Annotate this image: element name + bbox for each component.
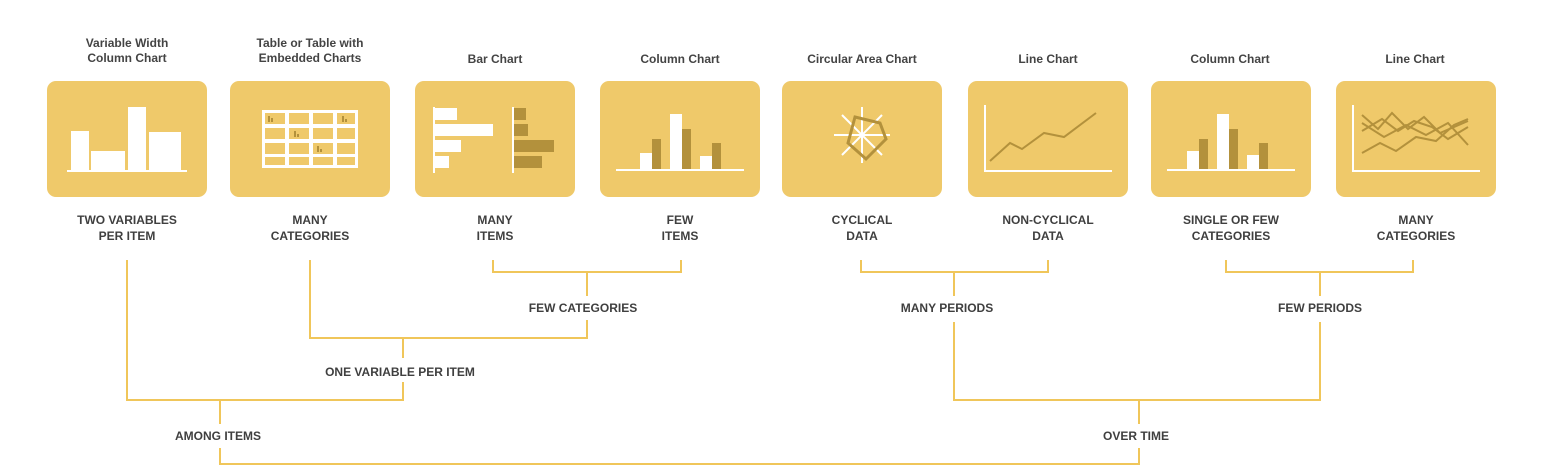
connector-lines	[126, 260, 1414, 465]
group-over-time: OVER TIME	[1102, 429, 1169, 443]
group-few-categories: FEW CATEGORIES	[528, 301, 638, 315]
group-one-variable-per-item: ONE VARIABLE PER ITEM	[325, 365, 475, 379]
group-among-items: AMONG ITEMS	[175, 429, 261, 443]
group-many-periods: MANY PERIODS	[900, 301, 994, 315]
group-few-periods: FEW PERIODS	[1277, 301, 1362, 315]
